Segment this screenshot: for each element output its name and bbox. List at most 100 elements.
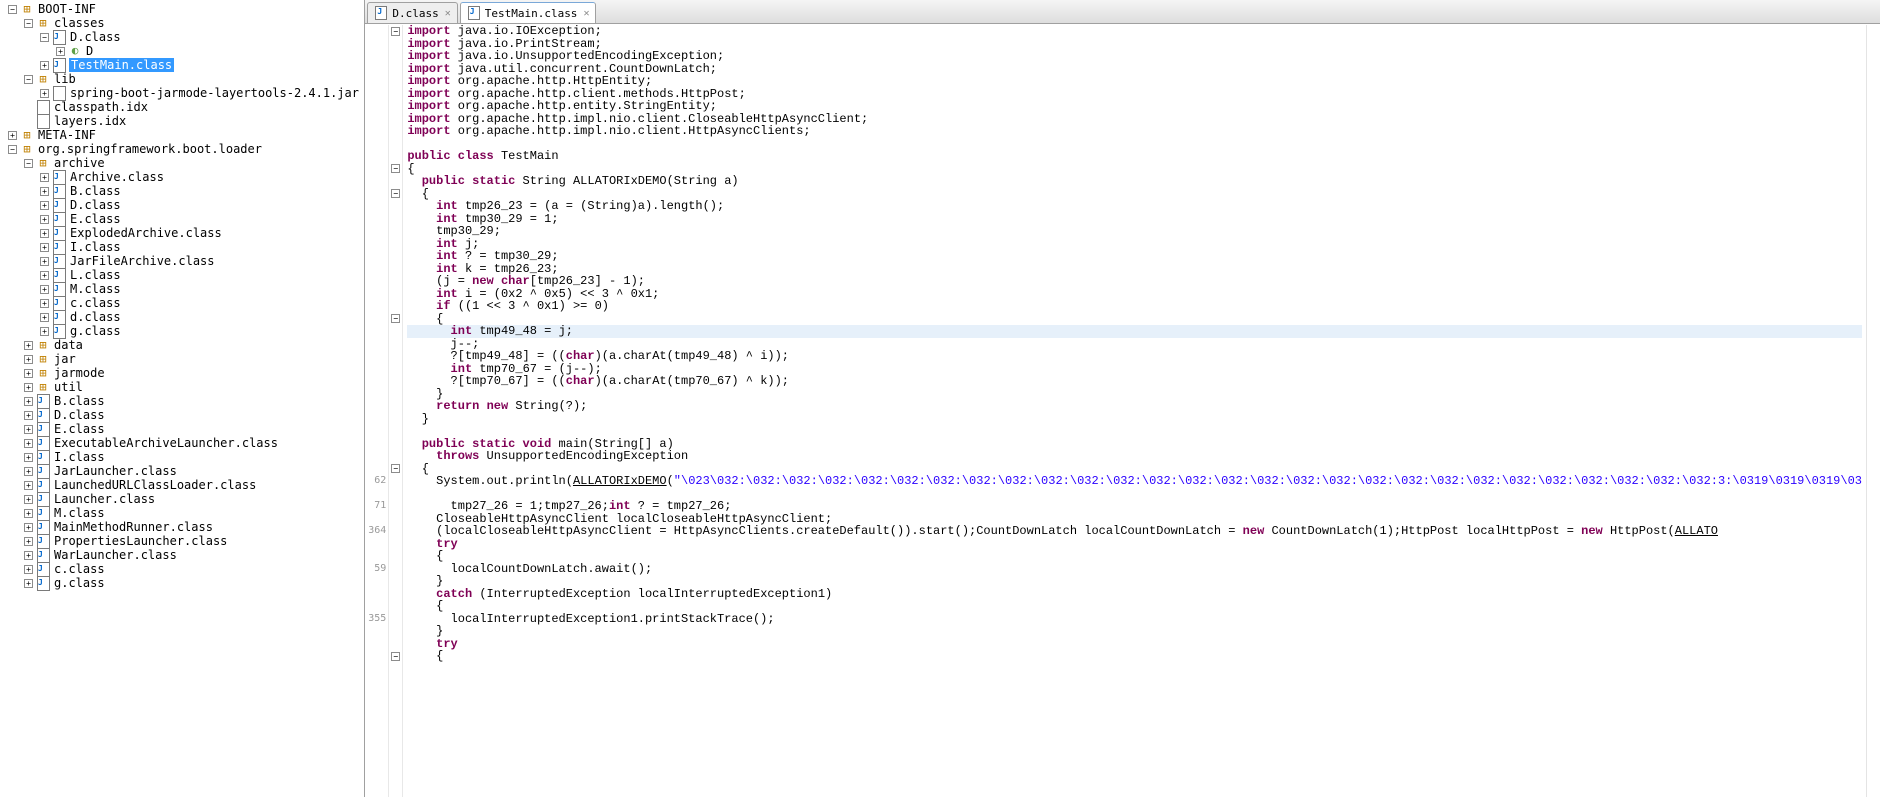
tree-toggle[interactable]: +	[40, 229, 49, 238]
tree-item-e-class[interactable]: +E.class	[0, 212, 364, 226]
fold-toggle[interactable]: −	[391, 27, 400, 36]
code-line[interactable]: (localCloseableHttpAsyncClient = HttpAsy…	[407, 525, 1862, 538]
code-line[interactable]: System.out.println(ALLATORIxDEMO("\023\0…	[407, 475, 1862, 488]
tree-item-mainmethodrunner-class[interactable]: +MainMethodRunner.class	[0, 520, 364, 534]
tree-toggle[interactable]: +	[24, 481, 33, 490]
tree-toggle[interactable]: +	[24, 369, 33, 378]
tree-toggle[interactable]: −	[24, 75, 33, 84]
fold-toggle[interactable]: −	[391, 314, 400, 323]
tree-toggle[interactable]: +	[40, 89, 49, 98]
code-line[interactable]: tmp30_29;	[407, 225, 1862, 238]
tree-item-jar[interactable]: +jar	[0, 352, 364, 366]
code-area[interactable]: 627136459355 −−−−−− import java.io.IOExc…	[365, 24, 1880, 797]
tree-toggle[interactable]: +	[24, 495, 33, 504]
code-line[interactable]	[407, 425, 1862, 438]
tree-toggle[interactable]: +	[24, 537, 33, 546]
tree-item-c-class[interactable]: +c.class	[0, 562, 364, 576]
code-line[interactable]: try	[407, 638, 1862, 651]
code-line[interactable]: int tmp30_29 = 1;	[407, 213, 1862, 226]
tree-item-jarlauncher-class[interactable]: +JarLauncher.class	[0, 464, 364, 478]
tree-toggle[interactable]: +	[40, 327, 49, 336]
tree-item-g-class[interactable]: +g.class	[0, 576, 364, 590]
tree-toggle[interactable]: +	[24, 579, 33, 588]
tree-toggle[interactable]: +	[24, 453, 33, 462]
code-line[interactable]: {	[407, 313, 1862, 326]
tree-toggle[interactable]: +	[24, 411, 33, 420]
code-line[interactable]: int i = (0x2 ^ 0x5) << 3 ^ 0x1;	[407, 288, 1862, 301]
tree-item-classes[interactable]: −classes	[0, 16, 364, 30]
editor-tab-testmain-class[interactable]: TestMain.class✕	[460, 2, 597, 23]
tree-toggle[interactable]: +	[40, 271, 49, 280]
tree-toggle[interactable]: +	[24, 439, 33, 448]
code-line[interactable]: {	[407, 600, 1862, 613]
tree-item-c-class[interactable]: +c.class	[0, 296, 364, 310]
tree-item-l-class[interactable]: +L.class	[0, 268, 364, 282]
code-line[interactable]: }	[407, 625, 1862, 638]
fold-toggle[interactable]: −	[391, 189, 400, 198]
code-lines[interactable]: import java.io.IOException;import java.i…	[403, 25, 1866, 797]
tree-item-m-class[interactable]: +M.class	[0, 506, 364, 520]
code-line[interactable]: int j;	[407, 238, 1862, 251]
code-line[interactable]: ?[tmp70_67] = ((char)(a.charAt(tmp70_67)…	[407, 375, 1862, 388]
tree-item-launcher-class[interactable]: +Launcher.class	[0, 492, 364, 506]
tree-item-d[interactable]: +D	[0, 44, 364, 58]
code-line[interactable]: }	[407, 388, 1862, 401]
tree-toggle[interactable]: +	[24, 397, 33, 406]
tree-item-g-class[interactable]: +g.class	[0, 324, 364, 338]
tree-toggle[interactable]: +	[24, 341, 33, 350]
tree-item-classpath-idx[interactable]: classpath.idx	[0, 100, 364, 114]
tree-toggle[interactable]: −	[24, 19, 33, 28]
tree-toggle[interactable]: +	[24, 383, 33, 392]
tree-item-lib[interactable]: −lib	[0, 72, 364, 86]
tree-toggle[interactable]: +	[24, 467, 33, 476]
code-line[interactable]: return new String(?);	[407, 400, 1862, 413]
tree-item-d-class[interactable]: +d.class	[0, 310, 364, 324]
code-line[interactable]: import java.io.UnsupportedEncodingExcept…	[407, 50, 1862, 63]
tree-toggle[interactable]: +	[40, 257, 49, 266]
tree-item-boot-inf[interactable]: −BOOT-INF	[0, 2, 364, 16]
tree-item-archive-class[interactable]: +Archive.class	[0, 170, 364, 184]
code-line[interactable]: }	[407, 413, 1862, 426]
code-line[interactable]: }	[407, 575, 1862, 588]
tree-item-m-class[interactable]: +M.class	[0, 282, 364, 296]
code-line[interactable]: tmp27_26 = 1;tmp27_26;int ? = tmp27_26;	[407, 500, 1862, 513]
tree-toggle[interactable]: +	[24, 355, 33, 364]
code-line[interactable]: import org.apache.http.entity.StringEnti…	[407, 100, 1862, 113]
tree-toggle[interactable]: +	[40, 187, 49, 196]
tree-item-executablearchivelauncher-class[interactable]: +ExecutableArchiveLauncher.class	[0, 436, 364, 450]
tree-item-util[interactable]: +util	[0, 380, 364, 394]
tree-item-e-class[interactable]: +E.class	[0, 422, 364, 436]
code-line[interactable]: catch (InterruptedException localInterru…	[407, 588, 1862, 601]
tree-toggle[interactable]: −	[24, 159, 33, 168]
fold-toggle[interactable]: −	[391, 652, 400, 661]
editor-tab-d-class[interactable]: D.class✕	[367, 2, 457, 23]
tree-toggle[interactable]: −	[8, 145, 17, 154]
code-line[interactable]	[407, 138, 1862, 151]
tree-toggle[interactable]: −	[40, 33, 49, 42]
code-line[interactable]: (j = new char[tmp26_23] - 1);	[407, 275, 1862, 288]
code-line[interactable]: import org.apache.http.HttpEntity;	[407, 75, 1862, 88]
fold-gutter[interactable]: −−−−−−	[389, 25, 403, 797]
code-line[interactable]: int tmp26_23 = (a = (String)a).length();	[407, 200, 1862, 213]
tree-item-warlauncher-class[interactable]: +WarLauncher.class	[0, 548, 364, 562]
tree-toggle[interactable]: +	[40, 173, 49, 182]
tree-item-org-springframework-boot-loader[interactable]: −org.springframework.boot.loader	[0, 142, 364, 156]
tree-toggle[interactable]: +	[40, 201, 49, 210]
tree-item-meta-inf[interactable]: +META-INF	[0, 128, 364, 142]
tree-item-jarfilearchive-class[interactable]: +JarFileArchive.class	[0, 254, 364, 268]
code-line[interactable]: try	[407, 538, 1862, 551]
tree-item-i-class[interactable]: +I.class	[0, 450, 364, 464]
code-line[interactable]: localCountDownLatch.await();	[407, 563, 1862, 576]
code-line[interactable]: localInterruptedException1.printStackTra…	[407, 613, 1862, 626]
tree-item-b-class[interactable]: +B.class	[0, 394, 364, 408]
tree-toggle[interactable]: −	[8, 5, 17, 14]
code-line[interactable]: {	[407, 550, 1862, 563]
tree-toggle[interactable]: +	[24, 425, 33, 434]
tree-item-propertieslauncher-class[interactable]: +PropertiesLauncher.class	[0, 534, 364, 548]
tree-item-layers-idx[interactable]: layers.idx	[0, 114, 364, 128]
tree-toggle[interactable]: +	[40, 313, 49, 322]
tree-item-jarmode[interactable]: +jarmode	[0, 366, 364, 380]
code-line[interactable]: int tmp49_48 = j;	[407, 325, 1862, 338]
tree-toggle[interactable]: +	[24, 551, 33, 560]
tree-item-d-class[interactable]: +D.class	[0, 198, 364, 212]
